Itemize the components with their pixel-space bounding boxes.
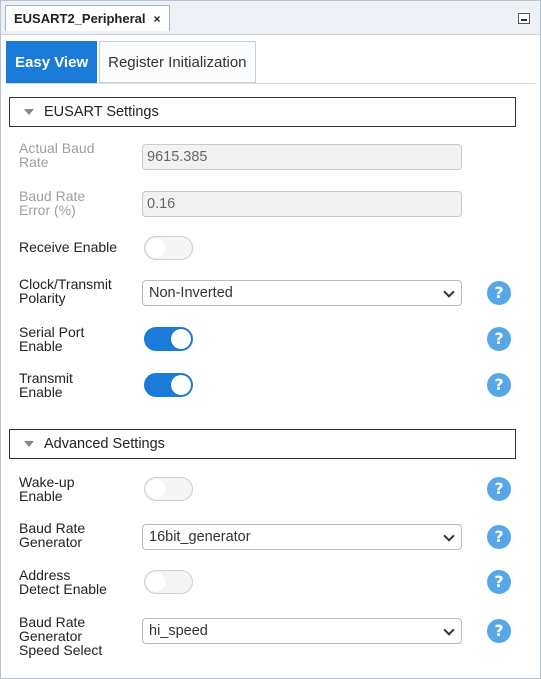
toggle-knob bbox=[146, 479, 166, 499]
serial-port-enable-label: Serial Port Enable bbox=[19, 325, 84, 353]
label-line: Polarity bbox=[19, 290, 66, 306]
document-tab-title: EUSART2_Peripheral bbox=[14, 11, 146, 26]
label-line: Rate bbox=[19, 154, 49, 170]
collapse-triangle-icon bbox=[24, 109, 34, 115]
toggle-knob bbox=[146, 238, 166, 258]
receive-enable-toggle[interactable] bbox=[144, 236, 193, 260]
tabs-divider bbox=[6, 83, 535, 84]
label-line: Wake-up bbox=[19, 474, 75, 490]
advanced-settings-header[interactable]: Advanced Settings bbox=[9, 429, 516, 459]
baud-rate-speed-select-label: Baud Rate Generator Speed Select bbox=[19, 615, 102, 657]
serial-port-enable-toggle[interactable] bbox=[144, 327, 193, 351]
wake-up-enable-label: Wake-up Enable bbox=[19, 475, 75, 503]
baud-rate-speed-select[interactable]: hi_speed bbox=[142, 618, 462, 644]
transmit-enable-toggle[interactable] bbox=[144, 373, 193, 397]
close-icon[interactable]: × bbox=[154, 12, 161, 26]
collapse-triangle-icon bbox=[24, 441, 34, 447]
select-value: 16bit_generator bbox=[149, 529, 251, 545]
label-line: Speed Select bbox=[19, 642, 103, 658]
tab-register-initialization[interactable]: Register Initialization bbox=[99, 41, 256, 83]
label-line: Baud Rate bbox=[19, 520, 86, 536]
tab-easy-view[interactable]: Easy View bbox=[6, 41, 98, 83]
label-line: Baud Rate bbox=[19, 188, 86, 204]
help-icon[interactable]: ? bbox=[487, 477, 511, 501]
wake-up-enable-toggle[interactable] bbox=[144, 477, 193, 501]
label-line: Serial Port bbox=[19, 324, 85, 340]
baud-rate-error-field: 0.16 bbox=[142, 191, 462, 217]
actual-baud-rate-field: 9615.385 bbox=[142, 144, 462, 170]
label-line: Detect Enable bbox=[19, 581, 107, 597]
select-value: Non-Inverted bbox=[149, 285, 233, 301]
clock-transmit-polarity-select[interactable]: Non-Inverted bbox=[142, 280, 462, 306]
label-line: Address bbox=[19, 567, 71, 583]
chevron-down-icon bbox=[443, 624, 455, 636]
select-value: hi_speed bbox=[149, 623, 208, 639]
label-line: Clock/Transmit bbox=[19, 276, 112, 292]
toggle-knob bbox=[171, 329, 191, 349]
label-line: Baud Rate bbox=[19, 614, 86, 630]
label-line: Enable bbox=[19, 488, 63, 504]
label-line: Transmit bbox=[19, 370, 73, 386]
section-title: Advanced Settings bbox=[44, 436, 165, 452]
chevron-down-icon bbox=[443, 286, 455, 298]
help-icon[interactable]: ? bbox=[487, 619, 511, 643]
label-line: Enable bbox=[19, 384, 63, 400]
help-icon[interactable]: ? bbox=[487, 327, 511, 351]
clock-transmit-polarity-label: Clock/Transmit Polarity bbox=[19, 277, 112, 305]
minimize-icon[interactable] bbox=[518, 13, 530, 24]
receive-enable-label: Receive Enable bbox=[19, 239, 118, 255]
eusart-settings-header[interactable]: EUSART Settings bbox=[9, 97, 516, 127]
address-detect-enable-toggle[interactable] bbox=[144, 570, 193, 594]
baud-rate-generator-label: Baud Rate Generator bbox=[19, 521, 85, 549]
baud-rate-generator-select[interactable]: 16bit_generator bbox=[142, 524, 462, 550]
help-icon[interactable]: ? bbox=[487, 373, 511, 397]
toggle-knob bbox=[171, 375, 191, 395]
address-detect-enable-label: Address Detect Enable bbox=[19, 568, 107, 596]
eusart-peripheral-window: EUSART2_Peripheral × Easy View Register … bbox=[0, 0, 541, 679]
help-icon[interactable]: ? bbox=[487, 525, 511, 549]
document-tab[interactable]: EUSART2_Peripheral × bbox=[5, 5, 170, 31]
label-line: Generator bbox=[19, 534, 83, 550]
view-tabs: Easy View Register Initialization bbox=[6, 41, 256, 83]
document-titlebar: EUSART2_Peripheral × bbox=[1, 1, 540, 35]
chevron-down-icon bbox=[443, 530, 455, 542]
actual-baud-rate-label: Actual Baud Rate bbox=[19, 141, 95, 169]
label-line: Generator bbox=[19, 628, 83, 644]
label-line: Actual Baud bbox=[19, 140, 95, 156]
label-line: Enable bbox=[19, 338, 63, 354]
label-line: Error (%) bbox=[19, 202, 76, 218]
help-icon[interactable]: ? bbox=[487, 281, 511, 305]
section-title: EUSART Settings bbox=[44, 104, 159, 120]
toggle-knob bbox=[146, 572, 166, 592]
transmit-enable-label: Transmit Enable bbox=[19, 371, 73, 399]
baud-rate-error-label: Baud Rate Error (%) bbox=[19, 189, 85, 217]
help-icon[interactable]: ? bbox=[487, 570, 511, 594]
